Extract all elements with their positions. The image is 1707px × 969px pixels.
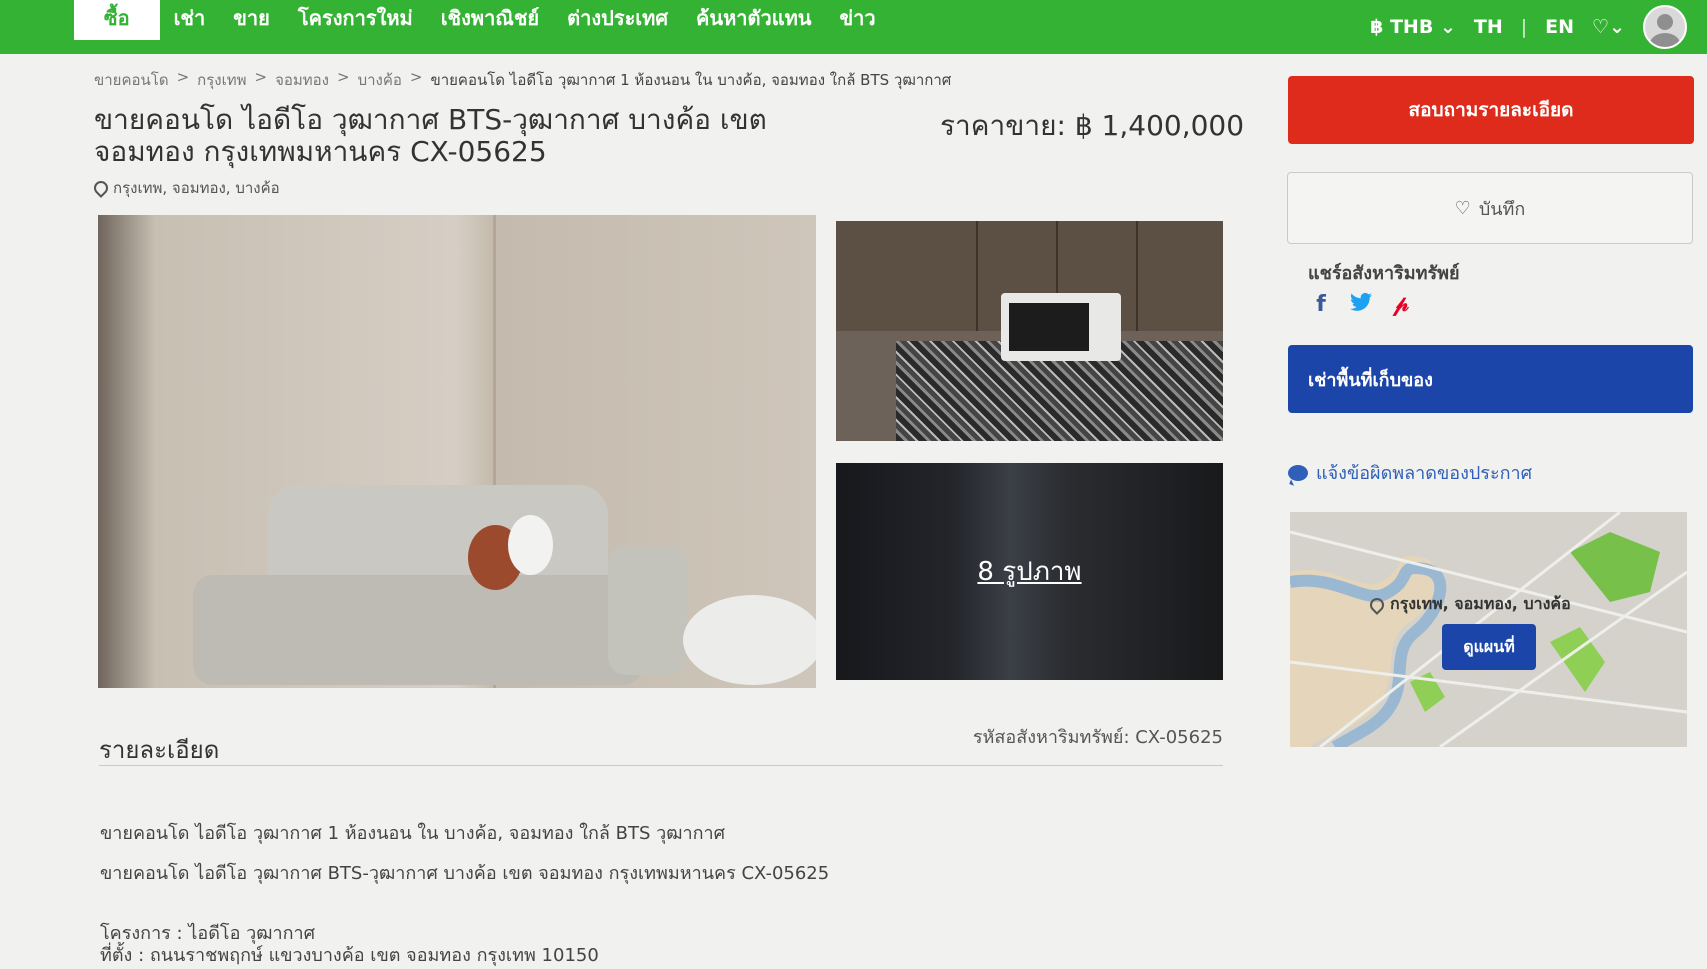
view-map-button[interactable]: ดูแผนที่ [1442, 624, 1536, 670]
lang-separator: | [1520, 16, 1528, 38]
currency-selector[interactable]: ฿ THB ⌄ [1370, 16, 1456, 38]
details-line-1: ขายคอนโด ไอดีโอ วุฒากาศ 1 ห้องนอน ใน บาง… [100, 823, 726, 844]
microwave [1001, 293, 1121, 361]
map-pin-icon [1367, 594, 1387, 615]
map-location-text: กรุงเทพ, จอมทอง, บางค้อ [1390, 594, 1571, 613]
map-preview[interactable]: กรุงเทพ, จอมทอง, บางค้อ ดูแผนที่ [1290, 512, 1687, 747]
lang-th[interactable]: TH [1474, 16, 1503, 38]
rent-storage-button[interactable]: เช่าพื้นที่เก็บของ [1288, 345, 1693, 413]
favorites-menu[interactable]: ♡⌄ [1592, 16, 1625, 38]
twitter-icon[interactable] [1350, 292, 1372, 318]
nav-sell[interactable]: ขาย [219, 0, 284, 40]
breadcrumb-item-chom-thong[interactable]: จอมทอง [275, 68, 329, 92]
sofa-arm [608, 545, 688, 675]
side-table [683, 595, 816, 685]
inquire-button[interactable]: สอบถามรายละเอียด [1288, 76, 1694, 144]
facebook-icon[interactable]: f [1310, 292, 1332, 318]
lang-en[interactable]: EN [1545, 16, 1574, 38]
breadcrumb-item-bangkok[interactable]: กรุงเทพ [197, 68, 246, 92]
photo-gallery-more[interactable]: 8 รูปภาพ [836, 463, 1223, 680]
cabinet-divider [976, 221, 978, 331]
photo-count-link[interactable]: 8 รูปภาพ [836, 463, 1223, 680]
photo-kitchen[interactable] [836, 221, 1223, 441]
heart-icon: ♡ [1592, 16, 1610, 38]
listing-location: กรุงเทพ, จอมทอง, บางค้อ [91, 176, 280, 200]
report-error-link[interactable]: แจ้งข้อผิดพลาดของประกาศ [1288, 458, 1532, 487]
breadcrumb-separator: > [409, 68, 423, 86]
breadcrumb-current: ขายคอนโด ไอดีโอ วุฒากาศ 1 ห้องนอน ใน บาง… [430, 71, 952, 89]
location-text: กรุงเทพ, จอมทอง, บางค้อ [113, 179, 280, 197]
chat-bubble-icon [1288, 464, 1308, 481]
save-label: บันทึก [1478, 198, 1526, 220]
breadcrumb: ขายคอนโด > กรุงเทพ > จอมทอง > บางค้อ > ข… [94, 68, 951, 92]
plush-bear-white [508, 515, 553, 575]
nav-new-projects[interactable]: โครงการใหม่ [284, 0, 427, 40]
map-pin-icon [91, 178, 111, 198]
report-error-label: แจ้งข้อผิดพลาดของประกาศ [1316, 463, 1533, 484]
breadcrumb-separator: > [254, 68, 268, 86]
details-line-2: ขายคอนโด ไอดีโอ วุฒากาศ BTS-วุฒากาศ บางค… [100, 863, 830, 884]
main-photo-living-room[interactable] [98, 215, 816, 688]
breadcrumb-separator: > [337, 68, 350, 86]
share-icons: f 𝓅 [1310, 292, 1412, 318]
nav-right-group: ฿ THB ⌄ TH | EN ♡⌄ [1370, 0, 1687, 54]
details-heading: รายละเอียด [99, 736, 220, 764]
user-avatar[interactable] [1643, 5, 1687, 49]
listing-price: ราคาขาย: ฿ 1,400,000 [940, 109, 1245, 142]
save-button[interactable]: ♡ บันทึก [1287, 172, 1693, 244]
heart-icon: ♡ [1454, 197, 1471, 219]
cabinet-divider [1136, 221, 1138, 331]
nav-commercial[interactable]: เชิงพาณิชย์ [427, 0, 553, 40]
share-heading: แชร์อสังหาริมทรัพย์ [1308, 263, 1460, 284]
nav-news[interactable]: ข่าว [825, 0, 889, 40]
nav-overseas[interactable]: ต่างประเทศ [553, 0, 682, 40]
details-address: ที่ตั้ง : ถนนราชพฤกษ์ แขวงบางค้อ เขต จอม… [100, 945, 599, 966]
nav-rent[interactable]: เช่า [160, 0, 220, 40]
breadcrumb-item-bang-kho[interactable]: บางค้อ [358, 68, 402, 92]
property-code: รหัสอสังหาริมทรัพย์: CX-05625 [972, 727, 1223, 748]
breadcrumb-item-condo-sale[interactable]: ขายคอนโด [94, 68, 169, 92]
listing-title: ขายคอนโด ไอดีโอ วุฒากาศ BTS-วุฒากาศ บางค… [94, 103, 767, 168]
breadcrumb-separator: > [176, 68, 190, 86]
pinterest-icon[interactable]: 𝓅 [1390, 292, 1412, 318]
nav-find-agent[interactable]: ค้นหาตัวแทน [682, 0, 825, 40]
microwave-door [1009, 303, 1089, 351]
sofa-seat [193, 575, 643, 685]
map-location-label: กรุงเทพ, จอมทอง, บางค้อ [1367, 592, 1571, 617]
chevron-down-icon: ⌄ [1609, 16, 1625, 38]
nav-buy[interactable]: ซื้อ [74, 0, 160, 40]
details-divider [99, 765, 1223, 766]
chevron-down-icon: ⌄ [1439, 16, 1456, 38]
main-nav: ซื้อ เช่า ขาย โครงการใหม่ เชิงพาณิชย์ ต่… [0, 0, 890, 40]
top-nav-bar: ซื้อ เช่า ขาย โครงการใหม่ เชิงพาณิชย์ ต่… [0, 0, 1707, 54]
